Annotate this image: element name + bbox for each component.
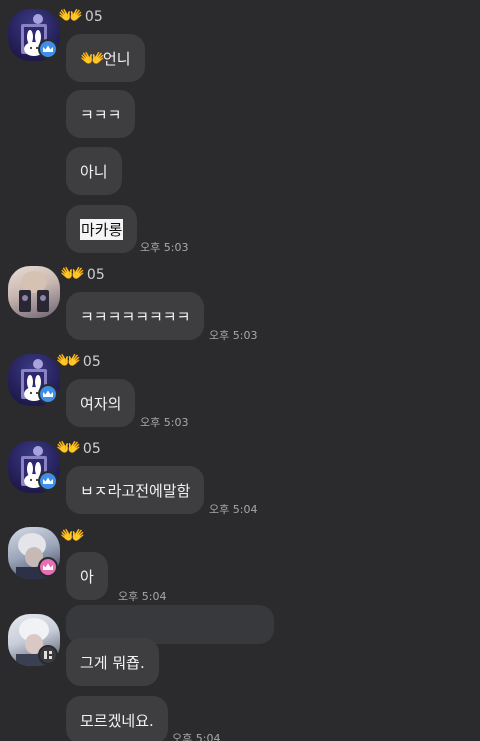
message-timestamp: 오후 5:03 [140,416,189,429]
hands-emoji: 👐 [58,3,83,27]
hands-emoji: 👐 [60,261,85,285]
message-timestamp: 오후 5:04 [172,732,221,741]
message-bubble[interactable]: 👐 언니 [66,34,145,82]
message-bubble[interactable]: 그게 뭐죱. [66,638,159,686]
message-bubble[interactable]: 아니 [66,147,122,195]
sender-name[interactable]: 👐 [60,524,87,546]
message-timestamp: 오후 5:03 [140,241,189,254]
hands-emoji: 👐 [56,348,81,372]
sender-name[interactable]: 👐 05 [58,4,103,26]
message-bubble[interactable]: 모르겠네요. [66,696,168,741]
sender-name[interactable]: 👐 05 [60,262,105,284]
message-bubble[interactable]: ㅋㅋㅋ [66,90,136,138]
bot-badge-icon [38,645,58,665]
sender-name[interactable]: 👐 05 [56,436,101,458]
message-bubble[interactable]: 마카롱 [66,205,138,253]
crown-badge-icon [38,39,58,59]
message-bubble[interactable]: 여자의 [66,379,136,427]
crown-badge-icon [38,471,58,491]
profile-photo-icon [19,271,49,312]
avatar[interactable] [8,266,60,318]
message-timestamp: 오후 5:04 [118,590,167,603]
message-bubble[interactable]: ㅂㅈ라고전에말함 [66,466,205,514]
crown-badge-icon [38,557,58,577]
crown-badge-icon [38,384,58,404]
hands-emoji: 👐 [60,523,85,547]
message-timestamp: 오후 5:03 [209,329,258,342]
message-bubble[interactable]: 아 [66,552,108,600]
hands-emoji: 👐 [56,435,81,459]
sender-name[interactable]: 👐 05 [56,349,101,371]
message-timestamp: 오후 5:04 [209,503,258,516]
hands-emoji: 👐 [80,46,105,70]
message-bubble[interactable]: ㅋㅋㅋㅋㅋㅋㅋㅋ [66,292,205,340]
